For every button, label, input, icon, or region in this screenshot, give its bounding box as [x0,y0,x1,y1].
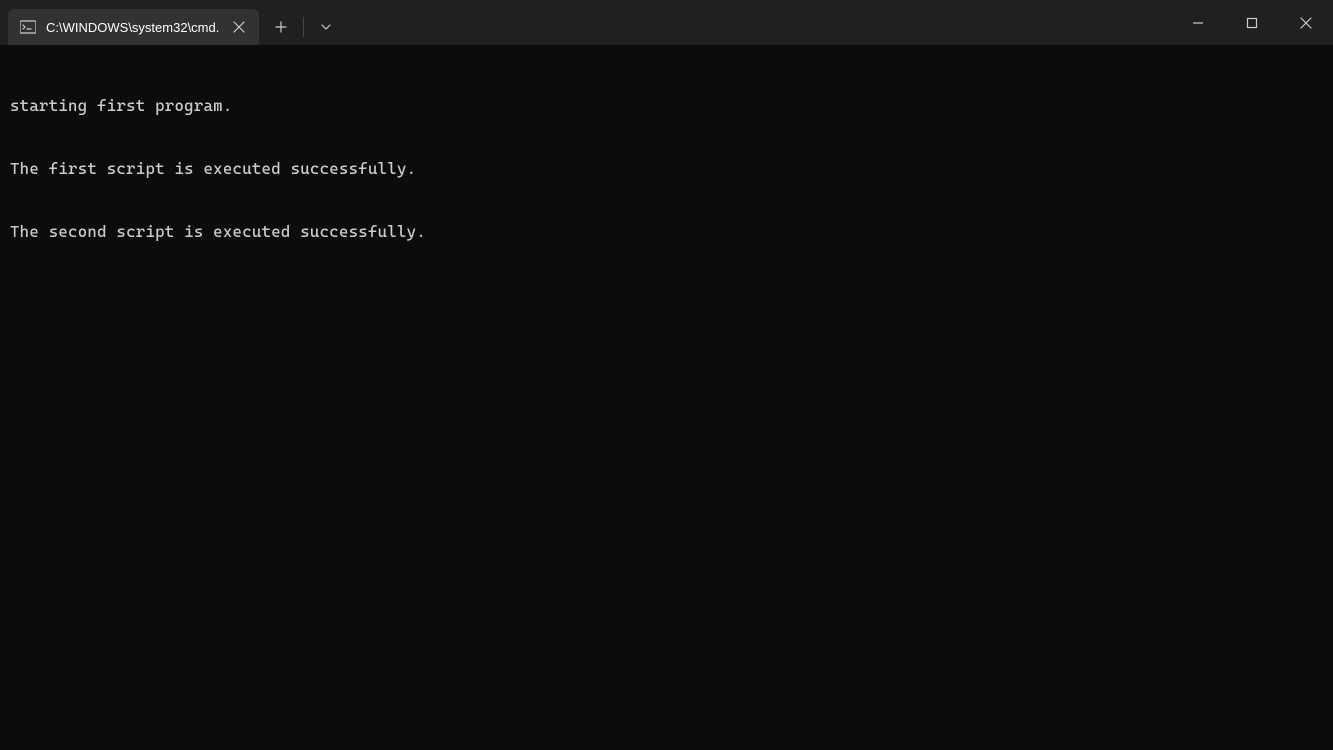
tab-close-button[interactable] [229,17,249,37]
plus-icon [275,21,287,33]
divider [303,17,304,37]
terminal-line: The second script is executed successful… [10,221,1323,242]
chevron-down-icon [320,21,332,33]
cmd-icon [20,19,36,35]
maximize-icon [1246,17,1258,29]
minimize-icon [1192,17,1204,29]
window-controls [1171,0,1333,45]
tab-area: C:\WINDOWS\system32\cmd. [0,0,344,45]
tab-dropdown-button[interactable] [308,9,344,45]
terminal-output[interactable]: starting first program. The first script… [0,45,1333,750]
close-icon [233,21,245,33]
new-tab-button[interactable] [263,9,299,45]
terminal-line: The first script is executed successfull… [10,158,1323,179]
tab-title: C:\WINDOWS\system32\cmd. [46,20,219,35]
titlebar: C:\WINDOWS\system32\cmd. [0,0,1333,45]
maximize-button[interactable] [1225,0,1279,45]
tab-active[interactable]: C:\WINDOWS\system32\cmd. [8,9,259,45]
terminal-line: starting first program. [10,95,1323,116]
close-icon [1300,17,1312,29]
minimize-button[interactable] [1171,0,1225,45]
tab-controls [259,9,344,45]
close-window-button[interactable] [1279,0,1333,45]
